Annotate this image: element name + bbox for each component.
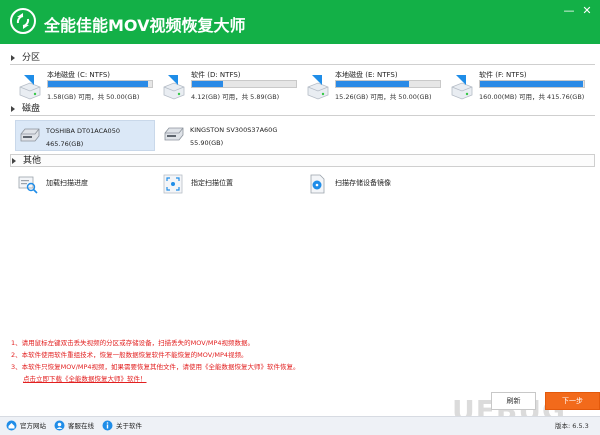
download-link[interactable]: 点击立即下载《全能数据恢复大师》软件！ bbox=[23, 373, 147, 383]
action-label: 加载扫描进度 bbox=[46, 179, 88, 187]
partition-usage-fill bbox=[48, 81, 148, 87]
hard-disk-icon bbox=[20, 128, 40, 142]
partition-drive-icon bbox=[307, 75, 329, 100]
close-button[interactable]: ✕ bbox=[580, 5, 594, 17]
section-label-partitions: 分区 bbox=[22, 53, 41, 63]
title-bar: 全能佳能MOV视频恢复大师 — ✕ bbox=[0, 0, 600, 44]
disk-item-toshiba[interactable]: TOSHIBA DT01ACA050 465.76(GB) bbox=[15, 120, 155, 151]
next-button[interactable]: 下一步 bbox=[545, 392, 600, 410]
load-progress-icon bbox=[18, 176, 38, 194]
disk-size: 465.76(GB) bbox=[46, 140, 84, 148]
scan-location-icon bbox=[163, 174, 183, 194]
version-label: 版本: 6.5.3 bbox=[555, 422, 589, 430]
section-label-disks: 磁盘 bbox=[22, 104, 41, 114]
status-label: 客服在线 bbox=[68, 422, 94, 430]
section-header-other[interactable]: 其他 bbox=[10, 154, 595, 167]
partition-drive-icon bbox=[163, 75, 185, 100]
partition-name: 本地磁盘 (C: NTFS) bbox=[47, 71, 111, 79]
partition-info: 4.12(GB) 可用，共 5.89(GB) bbox=[191, 93, 280, 101]
status-bar: 官方网站 客服在线 关于软件 版本: 6.5.3 bbox=[0, 416, 600, 435]
partition-usage-fill bbox=[336, 81, 409, 87]
action-scan-device-image[interactable]: 扫描存储设备镜像 bbox=[307, 174, 447, 194]
home-icon bbox=[6, 420, 17, 431]
refresh-button[interactable]: 刷新 bbox=[491, 392, 536, 410]
expand-arrow-icon bbox=[12, 158, 16, 164]
partition-usage-bar bbox=[335, 80, 441, 88]
partition-drive-icon bbox=[451, 75, 473, 100]
partition-name: 软件 (F: NTFS) bbox=[479, 71, 527, 79]
disk-name: KINGSTON SV300S37A60G bbox=[190, 126, 278, 134]
hard-disk-icon bbox=[164, 127, 184, 141]
app-logo-icon bbox=[10, 8, 36, 34]
action-load-scan-progress[interactable]: 加载扫描进度 bbox=[18, 174, 158, 194]
note-2: 2、本软件使用软件重组技术，恢复一般数据恢复软件不能恢复的MOV/MP4视频。 bbox=[11, 351, 248, 359]
partition-name: 本地磁盘 (E: NTFS) bbox=[335, 71, 398, 79]
action-label: 指定扫描位置 bbox=[191, 179, 233, 187]
minimize-button[interactable]: — bbox=[562, 5, 576, 17]
partition-info: 15.26(GB) 可用，共 50.00(GB) bbox=[335, 93, 432, 101]
support-icon bbox=[54, 420, 65, 431]
partition-item-c[interactable]: 本地磁盘 (C: NTFS) 1.58(GB) 可用，共 50.00(GB) bbox=[18, 70, 158, 106]
partition-usage-fill bbox=[480, 81, 583, 87]
disk-size: 55.90(GB) bbox=[190, 139, 224, 147]
section-label-other: 其他 bbox=[23, 156, 42, 166]
partition-info: 1.58(GB) 可用，共 50.00(GB) bbox=[47, 93, 140, 101]
status-label: 关于软件 bbox=[116, 422, 142, 430]
partition-item-e[interactable]: 本地磁盘 (E: NTFS) 15.26(GB) 可用，共 50.00(GB) bbox=[306, 70, 446, 106]
expand-arrow-icon bbox=[11, 106, 15, 112]
partition-drive-icon bbox=[19, 75, 41, 100]
section-header-partitions[interactable]: 分区 bbox=[10, 52, 595, 65]
partition-usage-bar bbox=[479, 80, 585, 88]
partition-usage-bar bbox=[47, 80, 153, 88]
note-3: 3、本软件只恢复MOV/MP4视频，如果需要恢复其他文件，请使用《全能数据恢复大… bbox=[11, 363, 300, 371]
info-icon bbox=[102, 420, 113, 431]
partition-item-d[interactable]: 软件 (D: NTFS) 4.12(GB) 可用，共 5.89(GB) bbox=[162, 70, 302, 106]
section-header-disks[interactable]: 磁盘 bbox=[10, 103, 595, 116]
notes-panel: 1、请用鼠标左键双击丢失视频的分区或存储设备，扫描丢失的MOV/MP4视频数据。… bbox=[5, 330, 595, 385]
status-label: 官方网站 bbox=[20, 422, 46, 430]
partition-usage-fill bbox=[192, 81, 224, 87]
action-specify-scan-location[interactable]: 指定扫描位置 bbox=[163, 174, 303, 194]
disk-item-kingston[interactable]: KINGSTON SV300S37A60G 55.90(GB) bbox=[160, 120, 300, 151]
app-title: 全能佳能MOV视频恢复大师 bbox=[44, 16, 246, 35]
partition-item-f[interactable]: 软件 (F: NTFS) 160.00(MB) 可用，共 415.76(GB) bbox=[450, 70, 590, 106]
disk-name: TOSHIBA DT01ACA050 bbox=[46, 127, 120, 135]
partition-usage-bar bbox=[191, 80, 297, 88]
disk-image-icon bbox=[310, 174, 325, 194]
partition-name: 软件 (D: NTFS) bbox=[191, 71, 241, 79]
expand-arrow-icon bbox=[11, 55, 15, 61]
note-1: 1、请用鼠标左键双击丢失视频的分区或存储设备，扫描丢失的MOV/MP4视频数据。 bbox=[11, 339, 255, 347]
partition-info: 160.00(MB) 可用，共 415.76(GB) bbox=[479, 93, 585, 101]
action-label: 扫描存储设备镜像 bbox=[335, 179, 391, 187]
